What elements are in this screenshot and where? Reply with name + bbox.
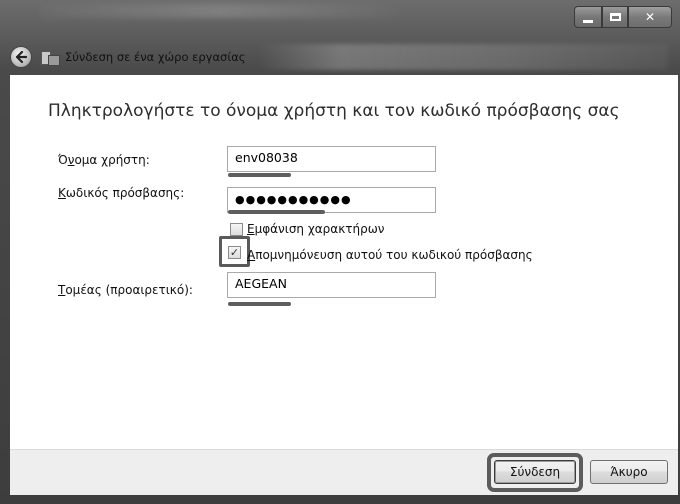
close-icon: ✕ — [644, 10, 656, 24]
content-area — [10, 75, 678, 449]
username-field[interactable]: env08038 — [227, 146, 436, 172]
network-workplace-icon — [41, 49, 60, 66]
dialog-window: ✕ Σύνδεση σε ένα χώρο εργασίας Πληκτρολο… — [0, 0, 680, 504]
connect-button[interactable]: Σύνδεση — [494, 460, 576, 484]
username-label: Όνομα χρήστη: — [58, 153, 150, 167]
maximize-button[interactable] — [602, 6, 628, 28]
caption-buttons: ✕ — [574, 6, 672, 28]
page-heading: Πληκτρολογήστε το όνομα χρήστη και τον κ… — [48, 101, 620, 121]
maximize-icon — [609, 13, 621, 21]
checkmark-icon: ✓ — [229, 246, 240, 259]
remember-password-checkbox[interactable]: ✓ — [228, 246, 241, 259]
blurred-background-text — [40, 4, 400, 18]
remember-password-label: Απομνημόνευση αυτού του κωδικού πρόσβαση… — [247, 248, 533, 262]
minimize-button[interactable] — [574, 6, 602, 28]
title-bar: Σύνδεση σε ένα χώρο εργασίας — [10, 44, 246, 70]
password-annotation-underline — [228, 210, 325, 214]
cancel-button[interactable]: Άκυρο — [590, 460, 668, 484]
username-annotation-underline — [228, 173, 291, 177]
password-label: Κωδικός πρόσβασης: — [58, 186, 185, 200]
minimize-icon — [583, 19, 593, 23]
domain-annotation-underline — [228, 302, 291, 306]
domain-label: Τομέας (προαιρετικό): — [58, 283, 193, 297]
show-characters-checkbox[interactable] — [230, 223, 243, 236]
domain-field[interactable]: AEGEAN — [227, 272, 436, 298]
back-arrow-icon — [15, 51, 27, 63]
show-characters-label: Εμφάνιση χαρακτήρων — [247, 222, 385, 236]
close-button[interactable]: ✕ — [628, 6, 672, 28]
back-button[interactable] — [10, 46, 32, 68]
window-title: Σύνδεση σε ένα χώρο εργασίας — [65, 50, 246, 64]
blurred-title-background — [258, 44, 668, 70]
